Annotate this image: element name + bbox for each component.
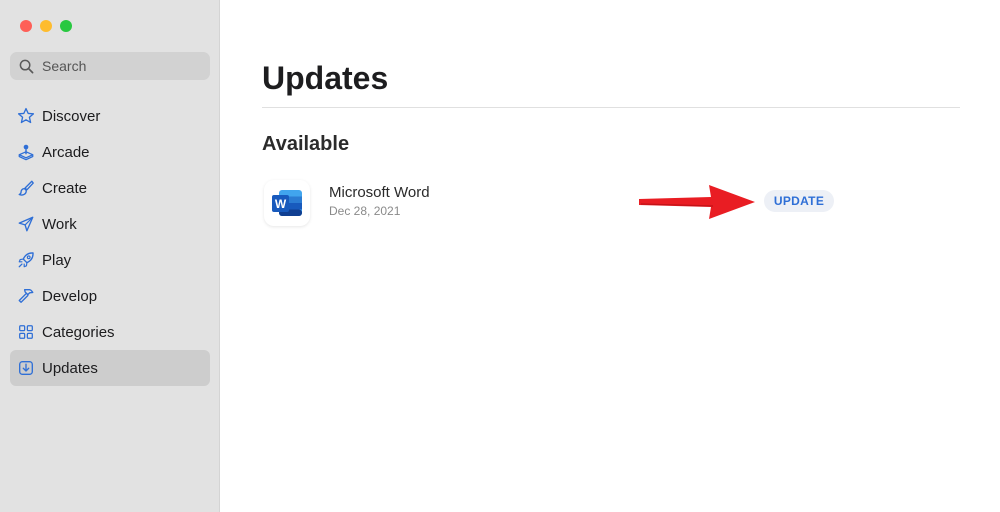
search-icon: [19, 59, 34, 73]
red-arrow-annotation: [639, 185, 755, 219]
section-title-available: Available: [262, 133, 350, 155]
microsoft-word-icon[interactable]: W: [264, 180, 310, 226]
sidebar-item-discover[interactable]: Discover: [10, 98, 210, 134]
sidebar-item-label: Play: [42, 251, 72, 269]
star-icon: [16, 106, 36, 126]
hammer-icon: [16, 286, 36, 306]
sidebar-item-label: Discover: [42, 107, 101, 125]
app-store-window: Search Discover Arcade Create Work Play …: [0, 0, 1000, 512]
main-content: Updates Available W Microsoft Word Dec 2…: [221, 0, 1000, 512]
window-controls: [20, 20, 72, 32]
download-icon: [16, 358, 36, 378]
paintbrush-icon: [16, 178, 36, 198]
close-window-button[interactable]: [20, 20, 32, 32]
search-input[interactable]: Search: [10, 52, 210, 80]
update-button[interactable]: UPDATE: [764, 190, 834, 212]
search-placeholder: Search: [42, 58, 87, 74]
sidebar-nav: Discover Arcade Create Work Play Develop…: [10, 98, 210, 386]
word-icon-letter: W: [275, 197, 287, 211]
sidebar-item-arcade[interactable]: Arcade: [10, 134, 210, 170]
sidebar-item-work[interactable]: Work: [10, 206, 210, 242]
sidebar-item-label: Create: [42, 179, 88, 197]
paper-plane-icon: [16, 214, 36, 234]
sidebar-item-develop[interactable]: Develop: [10, 278, 210, 314]
sidebar-item-label: Categories: [42, 323, 115, 341]
zoom-window-button[interactable]: [60, 20, 72, 32]
app-date: Dec 28, 2021: [329, 204, 401, 218]
sidebar-item-label: Work: [42, 215, 77, 233]
rocket-icon: [16, 250, 36, 270]
sidebar-item-categories[interactable]: Categories: [10, 314, 210, 350]
sidebar-item-label: Arcade: [42, 143, 90, 161]
sidebar-item-label: Updates: [42, 359, 98, 377]
title-divider: [262, 107, 960, 108]
minimize-window-button[interactable]: [40, 20, 52, 32]
sidebar-item-create[interactable]: Create: [10, 170, 210, 206]
sidebar-item-play[interactable]: Play: [10, 242, 210, 278]
page-title: Updates: [262, 60, 389, 96]
sidebar-item-label: Develop: [42, 287, 98, 305]
joystick-icon: [16, 142, 36, 162]
app-name: Microsoft Word: [329, 184, 430, 201]
sidebar: Search Discover Arcade Create Work Play …: [0, 0, 220, 512]
sidebar-item-updates[interactable]: Updates: [10, 350, 210, 386]
grid-icon: [16, 322, 36, 342]
